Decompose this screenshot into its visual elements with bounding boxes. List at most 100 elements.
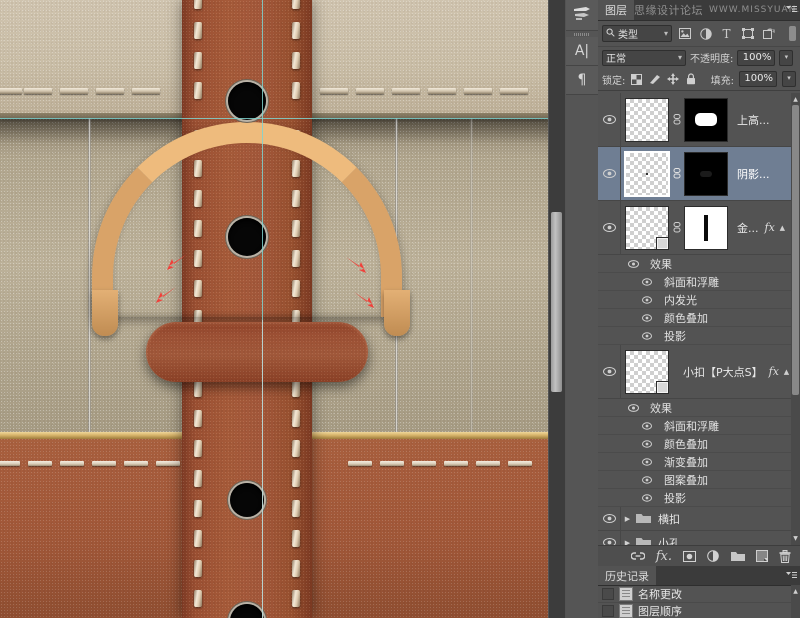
eye-toggle[interactable] (598, 200, 621, 255)
type-filter-icon[interactable]: T (718, 25, 735, 42)
eye-toggle[interactable] (598, 530, 621, 545)
fx-group-eye-toggle[interactable] (598, 399, 644, 417)
layer-thumbnail[interactable] (624, 150, 670, 197)
group-row[interactable]: ▶ 横扣 (598, 506, 800, 531)
layer-row[interactable]: 上高... (598, 93, 800, 147)
layer-thumbnail[interactable] (625, 205, 669, 250)
layer-filter-row[interactable]: 类型 ▾ T (598, 21, 800, 47)
fx-item-eye-toggle[interactable] (598, 453, 658, 471)
layer-name[interactable]: 上高... (728, 112, 800, 128)
mask-link-icon[interactable] (671, 152, 682, 196)
fx-item-row[interactable]: 内发光 (598, 291, 800, 309)
tab-history[interactable]: 历史记录 (598, 566, 657, 585)
new-group-button[interactable] (731, 551, 745, 562)
fill-value[interactable]: 100% (739, 71, 777, 87)
fx-item-row[interactable]: 斜面和浮雕 (598, 417, 800, 435)
layer-mask-thumbnail[interactable] (684, 151, 728, 196)
layer-thumbs[interactable] (621, 349, 669, 394)
fx-item-row[interactable]: 斜面和浮雕 (598, 273, 800, 291)
layer-row[interactable]: 小扣【P大点S】 fx ▲ (598, 344, 800, 399)
chevron-updown-icon[interactable]: ▾ (664, 29, 668, 38)
new-layer-button[interactable] (756, 550, 768, 562)
blend-mode-select[interactable]: 正常 ▾ (602, 49, 686, 66)
fill-dropdown-icon[interactable]: ▾ (782, 71, 796, 87)
lock-position-icon[interactable] (666, 73, 679, 86)
fx-item-eye-toggle[interactable] (598, 417, 658, 435)
fx-item-row[interactable]: 图案叠加 (598, 471, 800, 489)
group-name[interactable]: 小孔 (652, 535, 680, 546)
adjustment-filter-icon[interactable] (697, 25, 714, 42)
fx-group-row[interactable]: 效果 (598, 255, 800, 273)
scroll-up-arrow-icon[interactable]: ▲ (792, 95, 799, 104)
panel-menu-icon[interactable] (786, 5, 797, 15)
tool-options-strip[interactable]: A| ¶ (566, 0, 599, 618)
eye-toggle[interactable] (598, 506, 621, 531)
eye-toggle[interactable] (598, 93, 621, 147)
group-name[interactable]: 横扣 (652, 511, 680, 527)
fx-item-eye-toggle[interactable] (598, 291, 658, 309)
history-scroll-up-icon[interactable]: ▲ (792, 587, 799, 596)
layers-panel-tabbar[interactable]: 图层 思缘设计论坛 WWW.MISSYUAN.COM (598, 0, 800, 21)
scroll-down-arrow-icon[interactable]: ▼ (792, 534, 799, 543)
mask-link-icon[interactable] (671, 98, 682, 142)
layer-thumbs[interactable] (621, 150, 728, 197)
type-tool-button[interactable]: A| (566, 37, 598, 66)
opacity-dropdown-icon[interactable]: ▾ (779, 49, 794, 66)
pixel-filter-icon[interactable] (676, 25, 693, 42)
history-snapshot-checkbox[interactable] (602, 588, 614, 600)
history-panel-tabbar[interactable]: 历史记录 (598, 566, 800, 586)
fx-item-row[interactable]: 颜色叠加 (598, 309, 800, 327)
fx-group-row[interactable]: 效果 (598, 399, 800, 417)
mask-link-icon[interactable] (671, 206, 682, 250)
shape-filter-icon[interactable] (739, 25, 756, 42)
chevron-updown-icon[interactable]: ▾ (678, 53, 682, 62)
fx-item-eye-toggle[interactable] (598, 309, 658, 327)
link-layers-button[interactable] (630, 551, 645, 561)
add-mask-button[interactable] (683, 550, 696, 562)
opacity-value[interactable]: 100% (737, 49, 776, 66)
fx-group-eye-toggle[interactable] (598, 255, 644, 273)
filter-enable-toggle[interactable] (789, 26, 796, 41)
layer-fx-badge[interactable]: fx (769, 365, 782, 378)
vertical-center-guide-lower[interactable] (262, 320, 263, 618)
layer-name[interactable]: 金... (728, 220, 759, 236)
history-snapshot-checkbox[interactable] (602, 605, 614, 617)
smart-object-filter-icon[interactable] (760, 25, 777, 42)
lock-image-pixels-icon[interactable] (648, 73, 661, 86)
new-adjustment-layer-button[interactable] (707, 550, 720, 562)
fx-item-row[interactable]: 颜色叠加 (598, 435, 800, 453)
layer-fx-badge[interactable]: fx (765, 221, 778, 234)
history-panel-menu-icon[interactable] (786, 571, 797, 581)
layer-name[interactable]: 小扣【P大点S】 (669, 364, 763, 380)
blend-mode-row[interactable]: 正常 ▾ 不透明度: 100% ▾ (598, 47, 800, 68)
group-row[interactable]: ▶ 小孔 (598, 530, 800, 546)
lock-all-icon[interactable] (684, 73, 697, 86)
layer-mask-thumbnail[interactable] (684, 205, 728, 250)
history-item[interactable]: 图层顺序 (598, 603, 800, 618)
chevron-right-icon[interactable]: ▶ (621, 515, 634, 523)
fx-item-eye-toggle[interactable] (598, 489, 658, 507)
eye-toggle[interactable] (598, 146, 621, 201)
layer-list-scrollbar-thumb[interactable] (792, 105, 799, 395)
horizontal-guide[interactable] (0, 118, 548, 119)
tab-layers[interactable]: 图层 (598, 0, 635, 20)
fx-expander-toggle[interactable]: ▲ (778, 201, 787, 255)
fx-item-eye-toggle[interactable] (598, 327, 658, 345)
fx-item-row[interactable]: 投影 (598, 327, 800, 345)
lock-row[interactable]: 锁定: 填充: 100% ▾ (598, 68, 800, 91)
canvas-scrollbar-thumb[interactable] (551, 212, 562, 392)
fx-item-eye-toggle[interactable] (598, 273, 658, 291)
brush-tool-button[interactable] (566, 0, 598, 31)
paragraph-tool-button[interactable]: ¶ (566, 66, 598, 95)
layer-thumbs[interactable] (621, 205, 728, 250)
fx-item-eye-toggle[interactable] (598, 435, 658, 453)
layer-thumbnail[interactable] (625, 97, 669, 142)
layer-row[interactable]: 金... fx ▲ (598, 200, 800, 255)
lock-transparent-pixels-icon[interactable] (630, 73, 643, 86)
layer-name[interactable]: 阴影... (728, 166, 800, 182)
fx-expander-toggle[interactable]: ▲ (782, 345, 791, 399)
fx-item-row[interactable]: 投影 (598, 489, 800, 507)
layer-thumbs[interactable] (621, 97, 728, 142)
history-item[interactable]: 名称更改 (598, 586, 800, 603)
layer-style-button[interactable]: fx. (656, 549, 672, 564)
